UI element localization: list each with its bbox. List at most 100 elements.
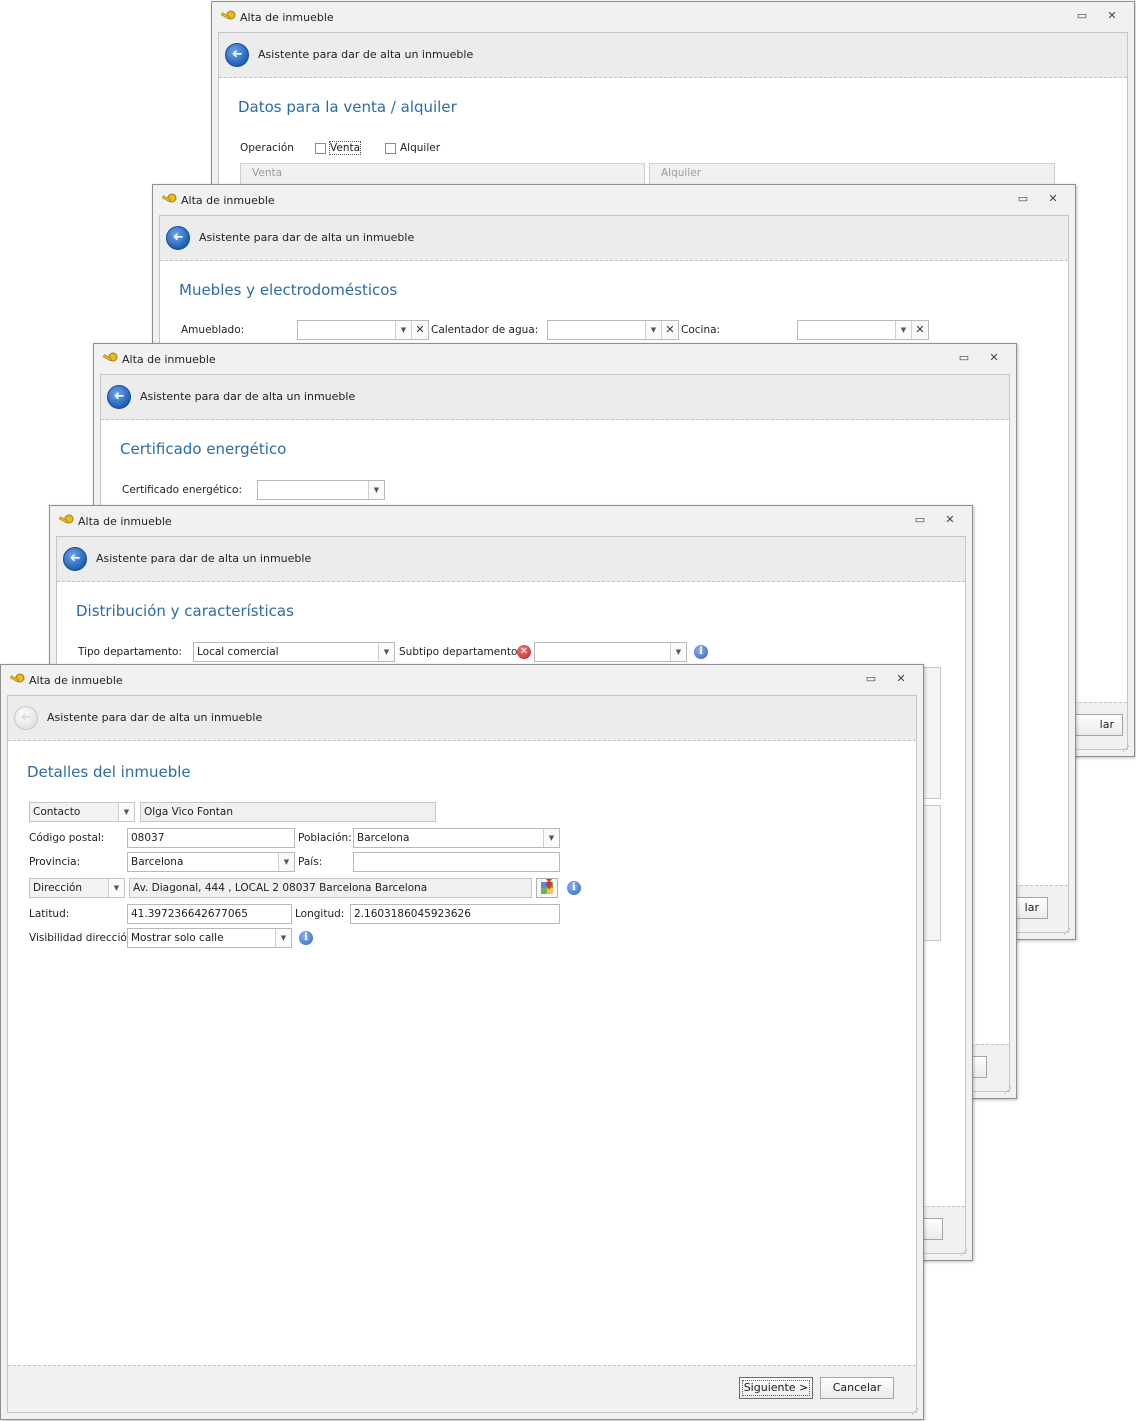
contacto-field[interactable]: Olga Vico Fontan bbox=[140, 802, 436, 822]
resize-grip[interactable]: ⋰ bbox=[1063, 927, 1073, 937]
title-bar[interactable]: Alta de inmueble ▭ ✕ bbox=[50, 506, 972, 536]
close-icon[interactable]: ✕ bbox=[893, 672, 909, 686]
dropdown-arrow-icon[interactable]: ▼ bbox=[395, 321, 411, 339]
back-button[interactable]: ➜ bbox=[107, 385, 131, 409]
cancel-button[interactable]: Cancelar bbox=[820, 1377, 894, 1399]
direccion-field[interactable]: Av. Diagonal, 444 , LOCAL 2 08037 Barcel… bbox=[129, 878, 532, 898]
amueblado-select[interactable]: ▼ ✕ bbox=[297, 320, 429, 340]
dropdown-arrow-icon[interactable]: ▼ bbox=[275, 929, 291, 947]
cancel-button-label: lar bbox=[1099, 718, 1114, 731]
resize-grip[interactable]: ⋰ bbox=[960, 1248, 970, 1258]
section-title: Datos para la venta / alquiler bbox=[238, 98, 457, 116]
dropdown-arrow-icon[interactable]: ▼ bbox=[543, 829, 559, 847]
info-icon[interactable]: i bbox=[567, 881, 581, 895]
latitud-value: 41.397236642677065 bbox=[131, 908, 248, 920]
resize-grip[interactable]: ⋰ bbox=[911, 1407, 921, 1417]
section-title: Detalles del inmueble bbox=[27, 763, 191, 781]
next-button-label: Siguiente > bbox=[743, 1381, 809, 1394]
back-button[interactable]: ➜ bbox=[63, 547, 87, 571]
longitud-input[interactable]: 2.1603186045923626 bbox=[350, 904, 560, 924]
back-button[interactable]: ➜ bbox=[166, 226, 190, 250]
direccion-value: Av. Diagonal, 444 , LOCAL 2 08037 Barcel… bbox=[133, 882, 428, 894]
alquiler-label[interactable]: Alquiler bbox=[400, 142, 440, 154]
title-bar[interactable]: Alta de inmueble ▭ ✕ bbox=[1, 665, 923, 695]
codigo-postal-input[interactable]: 08037 bbox=[127, 828, 295, 848]
wizard-window-detalles: Alta de inmueble ▭ ✕ ➜ Asistente para da… bbox=[0, 664, 924, 1420]
venta-checkbox[interactable] bbox=[315, 143, 326, 154]
dropdown-arrow-icon[interactable]: ▼ bbox=[108, 879, 124, 897]
certificado-select[interactable]: ▼ bbox=[257, 480, 385, 500]
dropdown-arrow-icon[interactable]: ▼ bbox=[895, 321, 911, 339]
certificado-label: Certificado energético: bbox=[122, 484, 242, 496]
title-bar[interactable]: Alta de inmueble ▭ ✕ bbox=[212, 2, 1134, 32]
wizard-header: ➜ Asistente para dar de alta un inmueble bbox=[160, 216, 1068, 261]
title-bar[interactable]: Alta de inmueble ▭ ✕ bbox=[153, 185, 1075, 215]
wizard-title: Asistente para dar de alta un inmueble bbox=[140, 390, 356, 403]
resize-grip[interactable]: ⋰ bbox=[1004, 1086, 1014, 1096]
dropdown-arrow-icon[interactable]: ▼ bbox=[368, 481, 384, 499]
contacto-type-value: Contacto bbox=[33, 806, 81, 818]
dropdown-arrow-icon[interactable]: ▼ bbox=[670, 643, 686, 661]
close-icon[interactable]: ✕ bbox=[1045, 192, 1061, 206]
restore-icon[interactable]: ▭ bbox=[863, 672, 879, 686]
restore-icon[interactable]: ▭ bbox=[912, 513, 928, 527]
poblacion-select[interactable]: Barcelona ▼ bbox=[353, 828, 560, 848]
map-icon bbox=[541, 879, 553, 894]
restore-icon[interactable]: ▭ bbox=[1074, 9, 1090, 23]
contacto-type-select[interactable]: Contacto ▼ bbox=[29, 802, 135, 822]
close-icon[interactable]: ✕ bbox=[942, 513, 958, 527]
contacto-value: Olga Vico Fontan bbox=[144, 806, 233, 818]
dropdown-arrow-icon[interactable]: ▼ bbox=[278, 853, 294, 871]
next-button[interactable]: Siguiente > bbox=[739, 1377, 813, 1399]
clear-icon[interactable]: ✕ bbox=[911, 321, 928, 339]
back-arrow-icon: ➜ bbox=[231, 47, 243, 62]
cocina-select[interactable]: ▼ ✕ bbox=[797, 320, 929, 340]
direccion-type-select[interactable]: Dirección ▼ bbox=[29, 878, 125, 898]
back-button[interactable]: ➜ bbox=[225, 43, 249, 67]
cancel-button-label: Cancelar bbox=[832, 1381, 882, 1394]
visibilidad-select[interactable]: Mostrar solo calle ▼ bbox=[127, 928, 292, 948]
tipo-departamento-label: Tipo departamento: bbox=[78, 646, 182, 658]
section-title: Certificado energético bbox=[120, 440, 287, 458]
cocina-label: Cocina: bbox=[681, 324, 721, 336]
restore-icon[interactable]: ▭ bbox=[1015, 192, 1031, 206]
latitud-input[interactable]: 41.397236642677065 bbox=[127, 904, 292, 924]
window-title: Alta de inmueble bbox=[78, 515, 172, 528]
longitud-value: 2.1603186045923626 bbox=[354, 908, 471, 920]
tipo-departamento-select[interactable]: Local comercial ▼ bbox=[193, 642, 395, 662]
close-icon[interactable]: ✕ bbox=[1104, 9, 1120, 23]
operacion-label: Operación bbox=[240, 142, 294, 154]
info-icon[interactable]: i bbox=[694, 645, 708, 659]
direccion-type-value: Dirección bbox=[33, 882, 83, 894]
provincia-select[interactable]: Barcelona ▼ bbox=[127, 852, 295, 872]
wizard-header: ➜ Asistente para dar de alta un inmueble bbox=[8, 696, 916, 741]
restore-icon[interactable]: ▭ bbox=[956, 351, 972, 365]
resize-grip[interactable]: ⋰ bbox=[1122, 744, 1132, 754]
window-title: Alta de inmueble bbox=[240, 11, 334, 24]
title-bar[interactable]: Alta de inmueble ▭ ✕ bbox=[94, 344, 1016, 374]
back-arrow-icon: ➜ bbox=[20, 710, 32, 725]
error-icon: ✕ bbox=[517, 645, 531, 659]
pais-input[interactable] bbox=[353, 852, 560, 872]
clear-icon[interactable]: ✕ bbox=[661, 321, 678, 339]
cancel-button[interactable] bbox=[923, 1218, 943, 1240]
map-button[interactable] bbox=[536, 878, 558, 898]
key-icon bbox=[9, 673, 25, 683]
close-icon[interactable]: ✕ bbox=[986, 351, 1002, 365]
calentador-select[interactable]: ▼ ✕ bbox=[547, 320, 679, 340]
dropdown-arrow-icon[interactable]: ▼ bbox=[378, 643, 394, 661]
section-title: Muebles y electrodomésticos bbox=[179, 281, 398, 299]
key-icon bbox=[102, 352, 118, 362]
dropdown-arrow-icon[interactable]: ▼ bbox=[118, 803, 134, 821]
subtipo-departamento-select[interactable]: ▼ bbox=[534, 642, 687, 662]
info-icon[interactable]: i bbox=[299, 931, 313, 945]
venta-label[interactable]: Venta bbox=[328, 141, 362, 155]
alquiler-checkbox[interactable] bbox=[385, 143, 396, 154]
wizard-title: Asistente para dar de alta un inmueble bbox=[258, 48, 474, 61]
wizard-footer: Siguiente > Cancelar bbox=[8, 1365, 916, 1412]
back-arrow-icon: ➜ bbox=[172, 230, 184, 245]
wizard-title: Asistente para dar de alta un inmueble bbox=[47, 711, 263, 724]
dropdown-arrow-icon[interactable]: ▼ bbox=[645, 321, 661, 339]
clear-icon[interactable]: ✕ bbox=[411, 321, 428, 339]
back-button[interactable]: ➜ bbox=[14, 706, 38, 730]
